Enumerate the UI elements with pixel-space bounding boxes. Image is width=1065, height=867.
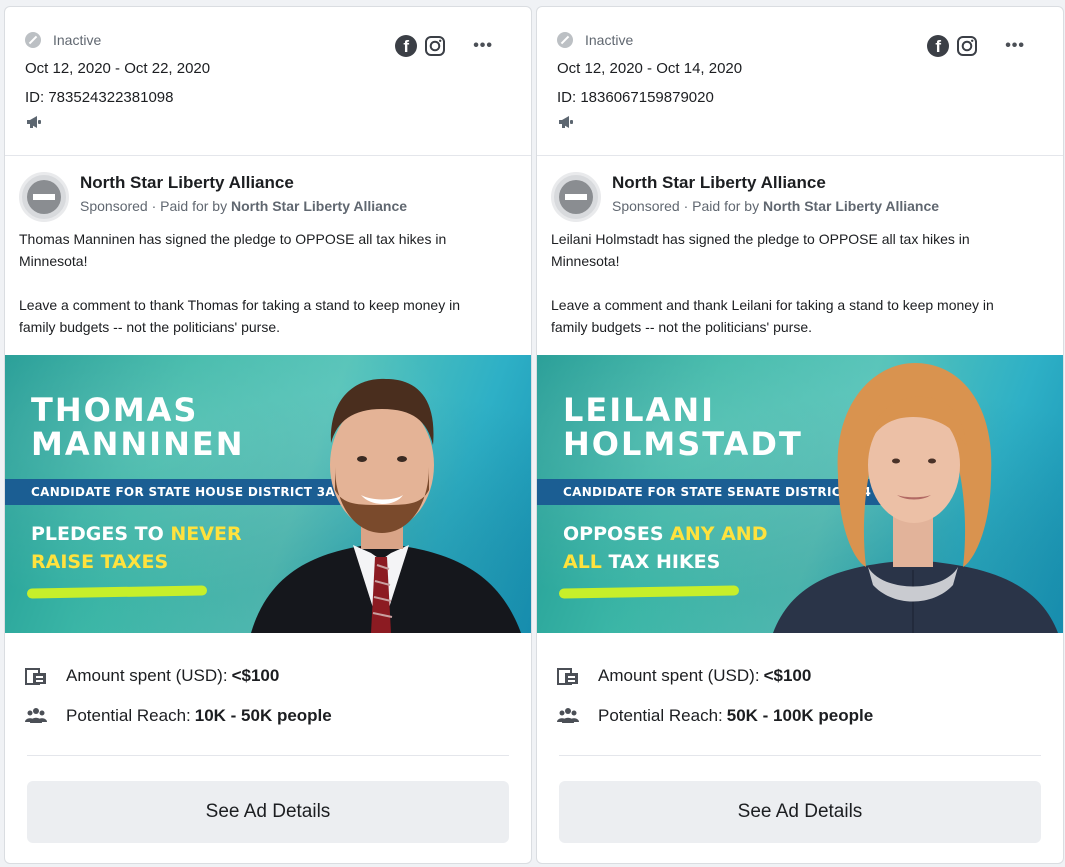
potential-reach-row: Potential Reach: 10K - 50K people [25, 703, 531, 729]
pledge-line: PLEDGES TO NEVER [31, 520, 242, 548]
ad-creative: North Star Liberty Alliance Sponsored · … [537, 156, 1063, 356]
pledge-part: PLEDGES TO [31, 523, 171, 545]
page-info: North Star Liberty Alliance Sponsored · … [80, 172, 407, 214]
instagram-icon [957, 36, 978, 56]
pledge-text: PLEDGES TO NEVER RAISE TAXES [31, 520, 242, 576]
inactive-icon [557, 32, 573, 48]
sponsored-line: Sponsored · Paid for by North Star Liber… [612, 198, 939, 214]
ad-meta: Inactive Oct 12, 2020 - Oct 22, 2020 ID:… [5, 7, 531, 155]
status-label: Inactive [585, 32, 634, 48]
ad-body-text: Leilani Holmstadt has signed the pledge … [551, 231, 994, 335]
megaphone-icon [559, 116, 573, 128]
page-info: North Star Liberty Alliance Sponsored · … [612, 172, 939, 214]
ad-body-text: Thomas Manninen has signed the pledge to… [19, 231, 460, 335]
page-avatar [551, 172, 601, 222]
candidate-photo [251, 378, 521, 633]
page-row: North Star Liberty Alliance Sponsored · … [19, 172, 513, 222]
ad-id: ID: 1836067159879020 [557, 89, 714, 106]
divider [559, 755, 1041, 756]
inactive-icon [25, 32, 41, 48]
ad-image: THOMAS MANNINEN CANDIDATE FOR STATE HOUS… [5, 355, 531, 633]
paid-by: North Star Liberty Alliance [762, 198, 940, 214]
potential-reach-label: Potential Reach: [66, 706, 191, 725]
facebook-icon: f [395, 35, 418, 57]
people-icon [557, 708, 579, 723]
amount-spent-label: Amount spent (USD): [598, 666, 760, 685]
potential-reach-label: Potential Reach: [598, 706, 723, 725]
pledge-highlight: ANY AND [670, 523, 768, 545]
pledge-line: RAISE TAXES [31, 548, 242, 576]
pledge-line: ALL TAX HIKES [563, 548, 767, 576]
candidate-name-line: THOMAS [31, 391, 199, 429]
ad-card: Inactive Oct 12, 2020 - Oct 22, 2020 ID:… [4, 6, 532, 864]
candidate-name: THOMAS MANNINEN [31, 393, 245, 461]
platforms: f ••• [927, 35, 1025, 57]
megaphone-icon [27, 116, 41, 128]
sponsored-prefix: Sponsored · Paid for by [612, 198, 763, 214]
potential-reach-row: Potential Reach: 50K - 100K people [557, 703, 1063, 729]
amount-spent-value: <$100 [763, 666, 812, 685]
candidate-photo [773, 363, 1058, 633]
see-ad-details-button[interactable]: See Ad Details [27, 781, 509, 843]
ad-stats: Amount spent (USD): <$100 Potential Reac… [537, 663, 1063, 729]
ad-image: LEILANI HOLMSTADT CANDIDATE FOR STATE SE… [537, 355, 1063, 633]
pledge-part: TAX HIKES [601, 551, 721, 573]
amount-spent-value: <$100 [231, 666, 280, 685]
more-options-icon[interactable]: ••• [473, 37, 493, 55]
status-label: Inactive [53, 32, 102, 48]
ad-card: Inactive Oct 12, 2020 - Oct 14, 2020 ID:… [536, 6, 1064, 864]
pledge-highlight: RAISE TAXES [31, 551, 169, 573]
sponsored-line: Sponsored · Paid for by North Star Liber… [80, 198, 407, 214]
ad-creative: North Star Liberty Alliance Sponsored · … [5, 156, 531, 356]
page-name: North Star Liberty Alliance [612, 173, 826, 192]
paid-by: North Star Liberty Alliance [230, 198, 408, 214]
ad-meta: Inactive Oct 12, 2020 - Oct 14, 2020 ID:… [537, 7, 1063, 155]
sponsored-prefix: Sponsored · Paid for by [80, 198, 231, 214]
candidate-name-line: MANNINEN [31, 425, 245, 463]
instagram-icon [425, 36, 446, 56]
page-name: North Star Liberty Alliance [80, 173, 294, 192]
see-ad-details-button[interactable]: See Ad Details [559, 781, 1041, 843]
platforms: f ••• [395, 35, 493, 57]
pledge-text: OPPOSES ANY AND ALL TAX HIKES [563, 520, 767, 576]
amount-spent-label: Amount spent (USD): [66, 666, 228, 685]
potential-reach-value: 50K - 100K people [726, 706, 874, 725]
divider [27, 755, 509, 756]
pledge-line: OPPOSES ANY AND [563, 520, 767, 548]
money-icon [557, 668, 578, 685]
amount-spent-row: Amount spent (USD): <$100 [557, 663, 1063, 689]
money-icon [25, 668, 46, 685]
pledge-highlight: ALL [563, 551, 602, 573]
page-avatar [19, 172, 69, 222]
amount-spent-row: Amount spent (USD): <$100 [25, 663, 531, 689]
run-dates: Oct 12, 2020 - Oct 14, 2020 [557, 60, 743, 77]
pledge-part: OPPOSES [563, 523, 671, 545]
facebook-icon: f [927, 35, 950, 57]
page-row: North Star Liberty Alliance Sponsored · … [551, 172, 1045, 222]
ad-id: ID: 783524322381098 [25, 89, 174, 106]
potential-reach-value: 10K - 50K people [194, 706, 332, 725]
more-options-icon[interactable]: ••• [1005, 37, 1025, 55]
run-dates: Oct 12, 2020 - Oct 22, 2020 [25, 60, 211, 77]
ad-stats: Amount spent (USD): <$100 Potential Reac… [5, 663, 531, 729]
people-icon [25, 708, 47, 723]
